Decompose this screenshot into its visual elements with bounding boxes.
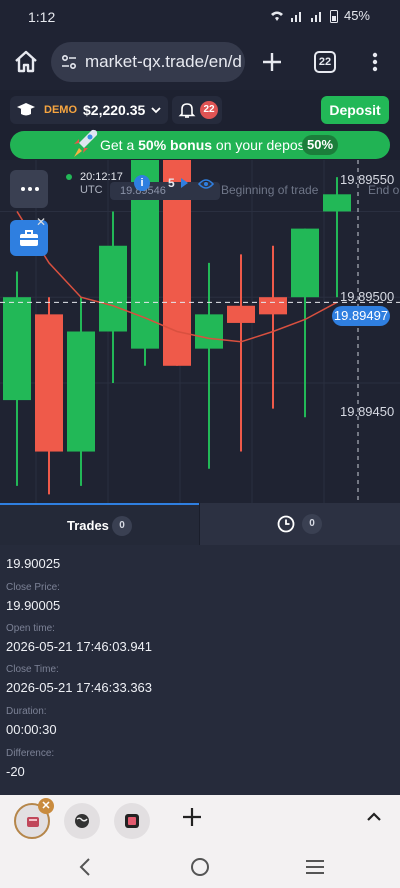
difference-label: Difference: [6,748,55,759]
close-tab-icon[interactable]: ✕ [38,798,54,814]
price-tick-label: 19.89550 [340,172,395,187]
briefcase-icon [20,230,38,246]
chevron-up-icon[interactable] [364,807,384,827]
candlestick-chart[interactable] [0,160,400,503]
browser-tab-strip: ✕ [0,795,400,847]
rocket-icon [74,129,98,157]
battery-icon [329,9,338,23]
home-nav-icon[interactable] [190,857,210,877]
candle-body [3,297,31,401]
history-count-badge: 0 [302,514,322,534]
open-time-label: Open time: [6,623,55,634]
back-icon[interactable] [76,857,94,877]
home-icon[interactable] [12,48,40,76]
signal-icon [290,11,301,22]
add-tab-icon[interactable] [180,805,204,829]
tab-history[interactable] [200,503,400,545]
price-tick-label: 19.89500 [340,289,395,304]
wifi-icon [270,11,283,21]
candle-body [227,305,255,323]
close-icon[interactable]: ✕ [36,216,48,228]
current-price-badge: 19.89497 [332,306,390,326]
price-chart[interactable] [0,160,400,503]
eye-icon[interactable] [198,178,214,190]
price-tick-label: 19.89450 [340,404,395,419]
duration-label: Duration: [6,706,47,717]
tab-trades-label: Trades [67,518,109,533]
browser-toolbar: market-qx.trade/en/d 22 [0,34,400,90]
bell-icon [178,103,196,118]
trades-count-badge: 0 [112,516,132,536]
duration-count: 5 [168,176,175,190]
status-time: 1:12 [28,9,56,25]
close-price-value: 19.90005 [6,598,61,613]
bonus-suffix: on your deposit! [212,137,316,153]
site-settings-icon[interactable] [61,54,77,70]
candle-body [323,194,351,212]
more-menu-icon[interactable] [366,50,384,74]
close-time-value: 2026-05-21 17:46:33.363 [6,680,153,695]
info-icon[interactable]: i [134,175,150,191]
candle-body [195,314,223,349]
bonus-percent-badge: 50% [302,135,338,155]
battery-percent: 45% [343,8,370,23]
account-selector[interactable]: DEMO $2,220.35 [10,96,168,124]
notification-count-badge: 22 [200,101,218,119]
graduation-cap-icon [17,103,35,116]
app-favicon-icon [125,814,139,828]
play-icon[interactable] [178,176,190,190]
site-favicon-icon [27,817,39,827]
candle-body [67,331,95,452]
status-icons: 45% [270,8,370,23]
chart-clock-zone: UTC [80,184,103,196]
candle-body [259,297,287,315]
more-dots-icon [21,187,25,191]
open-time-value: 2026-05-21 17:46:03.941 [6,639,153,654]
globe-icon [75,814,89,828]
trade-details: 19.90025 Close Price: 19.90005 Open time… [0,545,400,795]
signal-icon-2 [310,11,321,22]
beginning-of-trade-label: Beginning of trade [221,183,319,197]
new-tab-icon[interactable] [259,49,285,75]
deposit-button[interactable]: Deposit [321,96,389,124]
bonus-amount: 50% bonus [138,137,213,153]
tab-thumbnail[interactable] [114,803,150,839]
recent-apps-icon[interactable] [304,859,326,875]
open-price-value: 19.90025 [6,556,61,571]
url-bar[interactable]: market-qx.trade/en/d [51,42,245,82]
difference-value: -20 [6,764,25,779]
status-bar: 1:12 45% [0,0,400,34]
clock-icon [277,515,295,533]
bonus-prefix: Get a [100,137,139,153]
trades-tabs: Trades 0 0 [0,503,400,545]
tab-thumbnail[interactable] [64,803,100,839]
chevron-down-icon [151,107,161,114]
account-balance: $2,220.35 [83,102,146,118]
chart-tools-button[interactable] [10,170,48,208]
account-mode: DEMO [44,104,77,116]
candle-body [35,314,63,452]
close-time-label: Close Time: [6,664,59,675]
tab-switcher-button[interactable]: 22 [314,51,336,73]
candle-body [291,228,319,298]
candle-body [99,245,127,332]
bonus-text: Get a 50% bonus on your deposit! [100,137,316,153]
account-bar: DEMO $2,220.35 22 Deposit [0,90,400,130]
url-text: market-qx.trade/en/d [85,52,242,71]
tab-trades[interactable]: Trades 0 [0,503,199,545]
notifications-button[interactable]: 22 [172,96,222,124]
bonus-banner[interactable]: Get a 50% bonus on your deposit! 50% [10,129,390,159]
system-nav-bar [0,847,400,888]
duration-value: 00:00:30 [6,722,57,737]
live-indicator [66,174,72,180]
close-price-label: Close Price: [6,582,60,593]
